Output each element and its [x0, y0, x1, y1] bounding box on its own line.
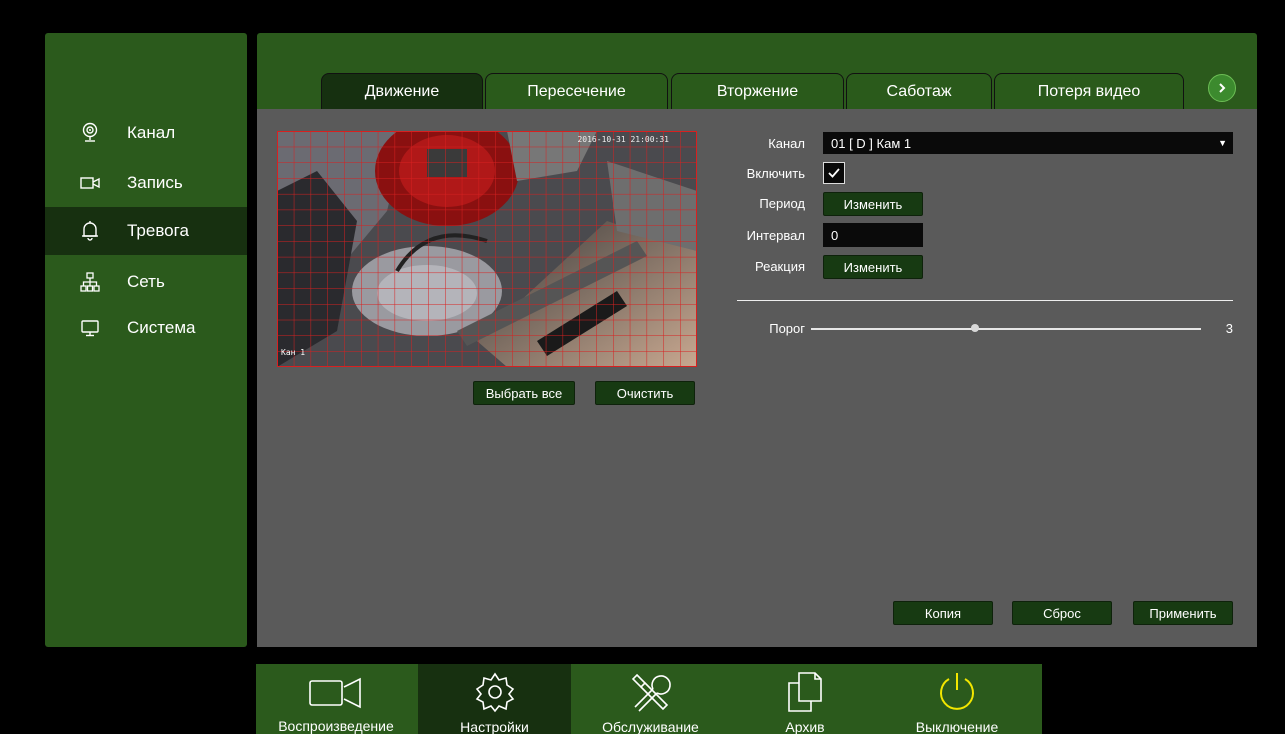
sidebar-item-label: Система	[127, 318, 196, 337]
reaction-change-button[interactable]: Изменить	[823, 255, 923, 279]
tools-icon	[629, 671, 673, 713]
dvr-screen: Канал Запись Тревога Сеть Система Движен…	[0, 0, 1285, 735]
threshold-slider-track[interactable]	[811, 328, 1201, 330]
camera-icon	[79, 122, 101, 144]
sidebar-item-label: Тревога	[127, 221, 189, 240]
dock-label: Обслуживание	[602, 719, 699, 735]
documents-icon	[785, 671, 825, 713]
sidebar-item-label: Сеть	[127, 272, 165, 291]
camera-snapshot	[277, 131, 697, 367]
chevron-down-icon: ▼	[1218, 138, 1227, 148]
sidebar-item-label: Запись	[127, 173, 183, 192]
dock-maintenance[interactable]: Обслуживание	[573, 664, 728, 735]
channel-label: Канал	[768, 136, 805, 151]
dock-label: Воспроизведение	[278, 718, 394, 734]
reaction-label: Реакция	[755, 259, 805, 274]
threshold-value: 3	[1225, 321, 1233, 336]
threshold-label: Порог	[769, 321, 805, 336]
enable-checkbox[interactable]	[823, 162, 845, 184]
sidebar-item-system[interactable]: Система	[45, 304, 247, 352]
dock-label: Настройки	[460, 719, 529, 735]
apply-button[interactable]: Применить	[1133, 601, 1233, 625]
dock-archive[interactable]: Архив	[730, 664, 880, 735]
divider	[737, 300, 1233, 301]
sidebar-item-record[interactable]: Запись	[45, 159, 247, 207]
dock-settings[interactable]: Настройки	[418, 664, 571, 735]
tabs-next-button[interactable]	[1208, 74, 1236, 102]
clear-button[interactable]: Очистить	[595, 381, 695, 405]
threshold-slider-thumb[interactable]	[971, 324, 979, 332]
channel-select[interactable]: 01 [ D ] Кам 1 ▼	[823, 132, 1233, 154]
enable-label: Включить	[746, 166, 805, 181]
settings-content: 2016-10-31 21:00:31 Кан 1 Выбрать все Оч…	[257, 109, 1257, 647]
dock-shutdown[interactable]: Выключение	[882, 664, 1032, 735]
period-change-button[interactable]: Изменить	[823, 192, 923, 216]
tab-crossing[interactable]: Пересечение	[485, 73, 668, 109]
sidebar-item-label: Канал	[127, 123, 176, 142]
channel-select-value: 01 [ D ] Кам 1	[831, 135, 912, 151]
camera-name-overlay: Кан 1	[281, 348, 306, 357]
tab-motion[interactable]: Движение	[321, 73, 483, 109]
power-icon	[935, 671, 979, 713]
network-icon	[79, 271, 101, 293]
bell-icon	[79, 220, 101, 242]
sidebar-item-channel[interactable]: Канал	[45, 109, 247, 157]
settings-gear-icon	[474, 671, 516, 713]
chevron-right-icon	[1219, 83, 1226, 93]
period-label: Период	[759, 196, 805, 211]
dock-label: Архив	[785, 719, 825, 735]
camera-timestamp: 2016-10-31 21:00:31	[577, 135, 669, 144]
video-camera-icon	[308, 671, 364, 712]
tab-intrusion[interactable]: Вторжение	[671, 73, 844, 109]
copy-button[interactable]: Копия	[893, 601, 993, 625]
reset-button[interactable]: Сброс	[1012, 601, 1112, 625]
main-panel: Движение Пересечение Вторжение Саботаж П…	[257, 33, 1257, 647]
tab-video-loss[interactable]: Потеря видео	[994, 73, 1184, 109]
select-all-button[interactable]: Выбрать все	[473, 381, 575, 405]
video-record-icon	[79, 172, 101, 194]
dock-label: Выключение	[915, 719, 999, 735]
tab-bar: Движение Пересечение Вторжение Саботаж П…	[257, 33, 1257, 109]
sidebar-item-network[interactable]: Сеть	[45, 258, 247, 306]
sidebar-item-alarm[interactable]: Тревога	[45, 207, 247, 255]
interval-input[interactable]: 0	[823, 223, 923, 247]
interval-label: Интервал	[746, 228, 805, 243]
tab-tampering[interactable]: Саботаж	[846, 73, 992, 109]
checkmark-icon	[828, 168, 840, 178]
sidebar: Канал Запись Тревога Сеть Система	[45, 33, 247, 647]
bottom-dock: Воспроизведение Настройки Обслуживание А…	[256, 664, 1042, 735]
dock-playback[interactable]: Воспроизведение	[256, 664, 416, 734]
motion-area-video[interactable]: 2016-10-31 21:00:31 Кан 1	[277, 131, 697, 367]
monitor-icon	[79, 317, 101, 339]
